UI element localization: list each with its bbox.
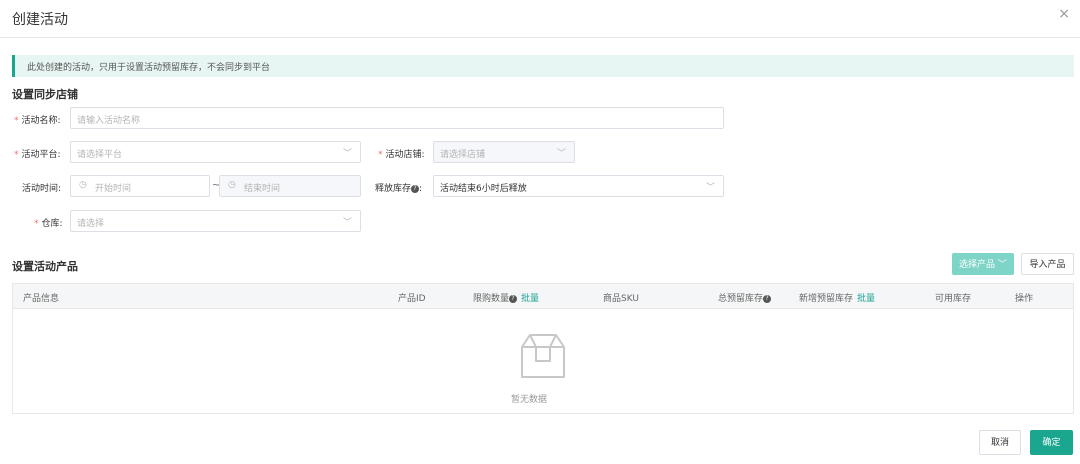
- chevron-down-icon: ﹀: [705, 183, 715, 193]
- chevron-down-icon: ﹀: [342, 149, 352, 159]
- store-label: * 活动店铺:: [378, 150, 425, 160]
- chevron-down-icon: ﹀: [342, 218, 352, 228]
- release-label: 释放库存?:: [375, 184, 423, 194]
- select-product-button[interactable]: 选择产品 ﹀: [952, 253, 1014, 275]
- batch-limit-link[interactable]: 批量: [521, 294, 539, 304]
- import-product-button[interactable]: 导入产品: [1021, 253, 1074, 275]
- section-title-products: 设置活动产品: [12, 260, 78, 273]
- confirm-button[interactable]: 确定: [1030, 430, 1073, 455]
- col-available: 可用库存: [935, 294, 972, 304]
- cancel-button[interactable]: 取消: [979, 430, 1021, 455]
- start-time-input[interactable]: ◷ 开始时间: [70, 175, 210, 197]
- release-select[interactable]: 活动结束6小时后释放 ﹀: [433, 175, 724, 197]
- empty-box-icon: [521, 334, 565, 378]
- time-label: 活动时间:: [22, 184, 62, 194]
- close-icon[interactable]: ×: [1058, 6, 1070, 22]
- platform-select[interactable]: 请选择平台 ﹀: [70, 141, 361, 163]
- question-icon: ?: [411, 184, 420, 193]
- col-total-reserved: 总预留库存?: [718, 291, 772, 304]
- col-product-info: 产品信息: [23, 294, 60, 304]
- col-limit-qty: 限购数量? 批量: [473, 294, 540, 304]
- dialog-title: 创建活动: [12, 12, 68, 28]
- name-label: * 活动名称:: [14, 116, 61, 126]
- activity-name-input[interactable]: 请输入活动名称: [70, 107, 724, 129]
- end-time-input[interactable]: ◷ 结束时间: [219, 175, 361, 197]
- platform-label: * 活动平台:: [14, 150, 61, 160]
- table-header: 产品信息 产品ID 限购数量? 批量 商品SKU 总预留库存? 新增预留库存 批量 …: [13, 284, 1073, 309]
- empty-text: 暂无数据: [511, 395, 548, 405]
- col-product-id: 产品ID: [398, 294, 426, 304]
- question-icon: ?: [509, 294, 518, 303]
- col-sku: 商品SKU: [603, 294, 639, 304]
- info-notice: 此处创建的活动，只用于设置活动预留库存，不会同步到平台: [12, 55, 1074, 77]
- dialog-header: 创建活动 ×: [0, 0, 1080, 38]
- section-title-store: 设置同步店铺: [12, 88, 78, 101]
- chevron-down-icon: ﹀: [995, 260, 1007, 270]
- clock-icon: ◷: [228, 180, 236, 190]
- col-action: 操作: [1015, 294, 1034, 304]
- clock-icon: ◷: [79, 180, 87, 190]
- warehouse-select[interactable]: 请选择 ﹀: [70, 210, 361, 232]
- col-new-reserved: 新增预留库存 批量: [799, 294, 876, 304]
- warehouse-label: * 仓库:: [34, 219, 63, 229]
- question-icon: ?: [763, 294, 772, 303]
- batch-reserved-link[interactable]: 批量: [857, 294, 875, 304]
- notice-text: 此处创建的活动，只用于设置活动预留库存，不会同步到平台: [27, 63, 271, 73]
- chevron-down-icon: ﹀: [556, 149, 566, 159]
- store-select[interactable]: 请选择店铺 ﹀: [433, 141, 575, 163]
